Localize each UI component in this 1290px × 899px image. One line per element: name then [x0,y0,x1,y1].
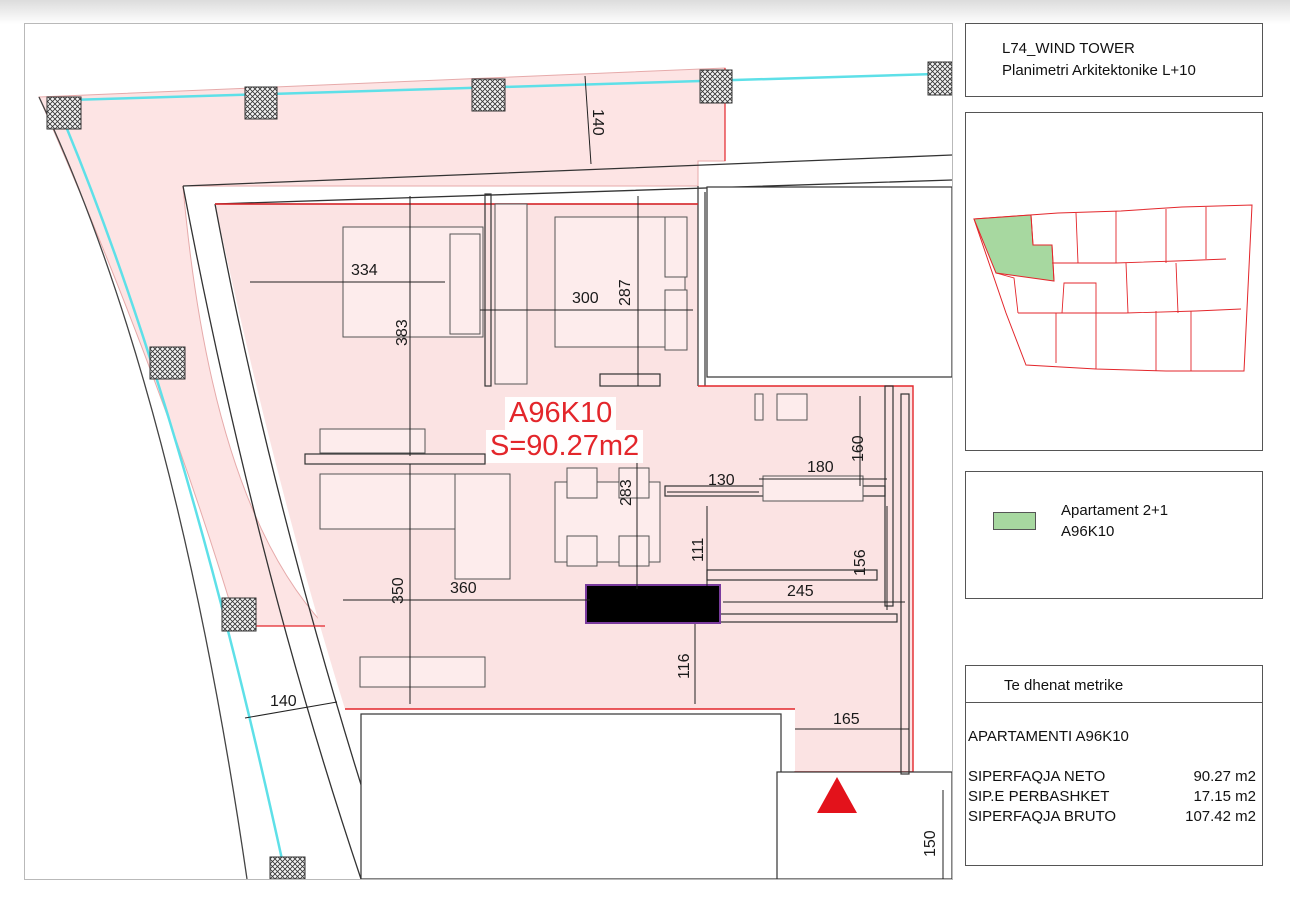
dim-245: 245 [787,583,814,600]
service-shaft [585,584,721,624]
metric-value-bruto: 107.42 m2 [1185,808,1256,825]
legend-label: Apartament 2+1 [1061,502,1169,519]
dim-334: 334 [351,262,378,279]
dim-150: 150 [922,830,939,857]
drawing-title: Planimetri Arkitektonike L+10 [1002,62,1196,79]
dim-140-left: 140 [270,693,297,710]
metric-value-perbashket: 17.15 m2 [1193,788,1256,805]
metrics-apartment: APARTAMENTI A96K10 [968,728,1129,745]
dim-165: 165 [833,711,860,728]
metrics-table: Te dhenat metrike APARTAMENTI A96K10 SIP… [965,665,1263,866]
dim-350: 350 [390,577,407,604]
dim-287: 287 [617,279,634,306]
dim-180: 180 [807,459,834,476]
metric-value-neto: 90.27 m2 [1193,768,1256,785]
project-title: L74_WIND TOWER [1002,40,1135,57]
key-plan [965,112,1263,451]
core-area [706,186,952,378]
dim-156: 156 [852,549,869,576]
title-block: L74_WIND TOWER Planimetri Arkitektonike … [965,23,1263,97]
apartment-area-label: S=90.27m2 [486,430,644,463]
metric-label-perbashket: SIP.E PERBASHKET [968,788,1110,805]
metrics-header: Te dhenat metrike [1004,677,1124,694]
dim-130: 130 [708,472,735,489]
metric-label-bruto: SIPERFAQJA BRUTO [968,808,1117,825]
dim-300: 300 [572,290,599,307]
top-shade [0,0,1290,24]
dim-111: 111 [690,538,707,562]
legend-swatch [993,512,1036,530]
dim-140-top: 140 [589,109,606,136]
lower-core [360,713,782,879]
dim-383: 383 [394,319,411,346]
floor-plan: 140 334 383 300 287 283 160 180 130 111 … [24,23,953,880]
apartment-code-label: A96K10 [505,397,617,430]
dim-283: 283 [618,479,635,506]
legend-code: A96K10 [1061,523,1115,540]
key-plan-drawing [973,204,1253,372]
corridor [776,771,952,879]
legend-box: Apartament 2+1 A96K10 [965,471,1263,599]
dim-360: 360 [450,580,477,597]
dim-116: 116 [676,653,693,679]
metric-label-neto: SIPERFAQJA NETO [968,768,1106,785]
dim-160: 160 [850,435,867,462]
